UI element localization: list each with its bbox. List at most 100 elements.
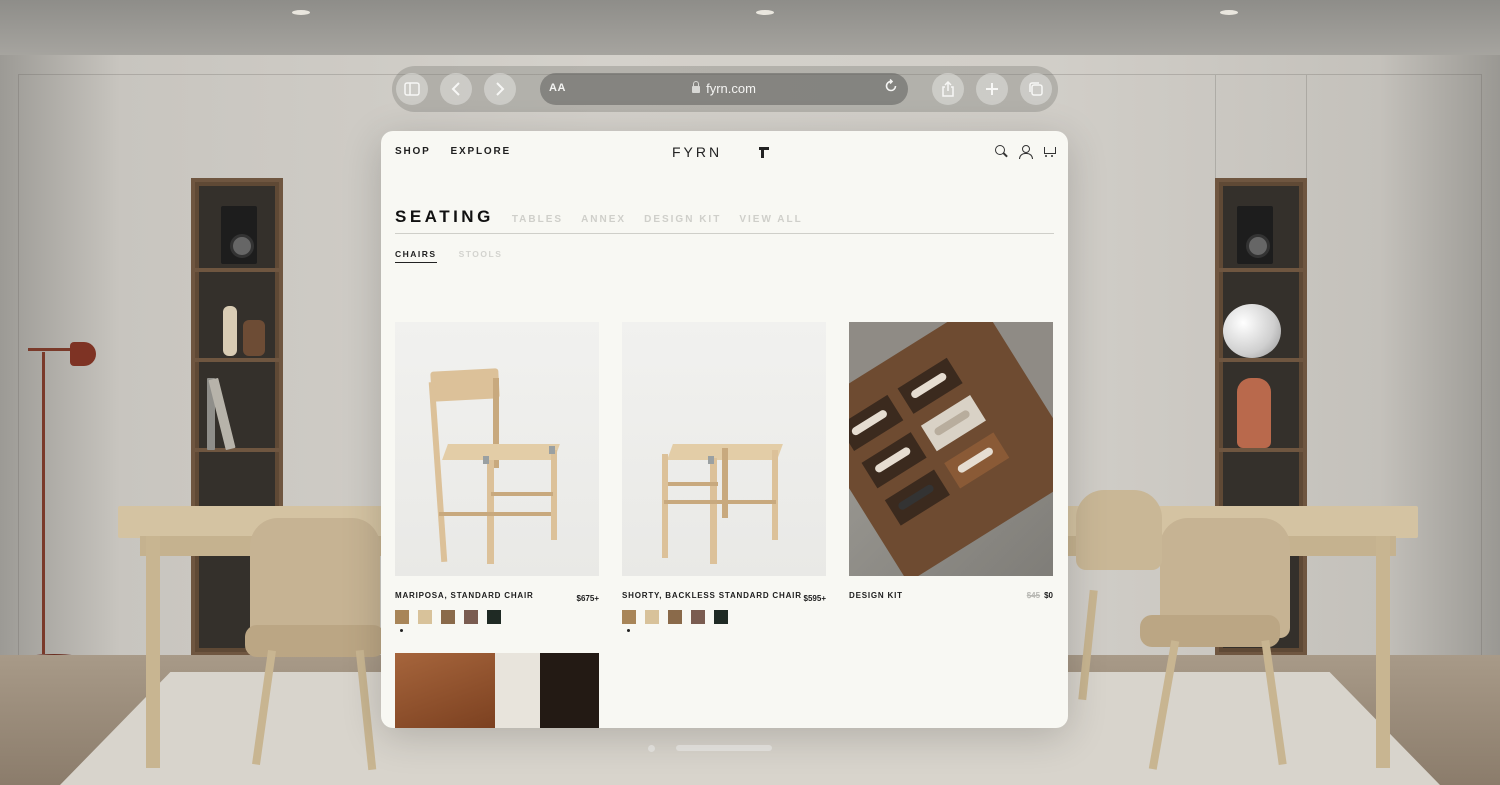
- url-text: fyrn.com: [706, 81, 756, 96]
- swatch-0[interactable]: [395, 610, 409, 624]
- main-nav: SHOP EXPLORE: [395, 146, 531, 157]
- shelf-board: [1219, 358, 1303, 362]
- chair-leg: [428, 382, 448, 562]
- vase: [243, 320, 265, 356]
- chair-leg: [772, 450, 778, 540]
- product-image-design-kit[interactable]: [849, 322, 1053, 576]
- product-image-mariposa-chair[interactable]: [395, 322, 599, 576]
- swatch-1[interactable]: [645, 610, 659, 624]
- swatch-1[interactable]: [418, 610, 432, 624]
- chair-stretcher: [491, 492, 553, 496]
- wood-detail: [395, 653, 495, 728]
- product-card[interactable]: SHORTY, BACKLESS STANDARD CHAIR $595+: [622, 322, 826, 632]
- chair-bracket: [708, 456, 714, 464]
- floor-lamp: [42, 352, 45, 654]
- kit-slot: [944, 432, 1010, 489]
- browser-window: SHOP EXPLORE FYRN SEATING TABLES ANNEX DE…: [381, 131, 1068, 728]
- tabs-button[interactable]: [1020, 73, 1052, 105]
- chair-bracket: [549, 446, 555, 454]
- swatch-4[interactable]: [487, 610, 501, 624]
- lamp-arm: [28, 348, 72, 351]
- new-tab-button[interactable]: [976, 73, 1008, 105]
- original-price: $45: [1026, 591, 1041, 600]
- tab-seating[interactable]: SEATING: [395, 207, 494, 227]
- product-card[interactable]: DESIGN KIT $45 $0: [849, 322, 1053, 600]
- chair-leg: [722, 448, 728, 518]
- brand-mark-icon: [759, 147, 769, 158]
- page-indicator-dot: [648, 745, 655, 752]
- kit-slot: [884, 469, 950, 526]
- sidebar-icon: [404, 82, 420, 96]
- nav-explore[interactable]: EXPLORE: [451, 146, 511, 157]
- sidebar-button[interactable]: [396, 73, 428, 105]
- subtab-stools[interactable]: STOOLS: [459, 249, 503, 263]
- product-card[interactable]: MARIPOSA, STANDARD CHAIR $675+: [395, 322, 599, 632]
- product-name[interactable]: DESIGN KIT: [849, 591, 903, 600]
- shelf-board: [1219, 448, 1303, 452]
- tab-design-kit[interactable]: DESIGN KIT: [644, 214, 721, 225]
- cart-icon[interactable]: [1042, 144, 1056, 158]
- chair-backrest: [430, 368, 500, 402]
- tab-view-all[interactable]: VIEW ALL: [739, 214, 802, 225]
- back-button[interactable]: [440, 73, 472, 105]
- table-leg: [146, 536, 160, 768]
- swatch-3[interactable]: [464, 610, 478, 624]
- chevron-right-icon: [496, 82, 505, 96]
- wall-panel: [1481, 75, 1482, 655]
- address-bar[interactable]: AA fyrn.com: [540, 73, 908, 105]
- chevron-left-icon: [451, 82, 460, 96]
- product-image-shorty-chair[interactable]: [622, 322, 826, 576]
- divider: [395, 233, 1054, 234]
- selected-swatch-indicator: [627, 629, 630, 632]
- plus-icon: [986, 83, 998, 95]
- window-grabber[interactable]: [676, 745, 772, 751]
- chair-stretcher: [439, 512, 551, 516]
- kit-sample: [873, 445, 912, 474]
- kit-sample: [956, 446, 995, 475]
- chair-leg: [710, 458, 717, 564]
- subtab-chairs[interactable]: CHAIRS: [395, 249, 437, 263]
- swatch-0[interactable]: [622, 610, 636, 624]
- category-tabs: SEATING TABLES ANNEX DESIGN KIT VIEW ALL: [395, 207, 821, 227]
- product-image-next[interactable]: [395, 653, 599, 728]
- forward-button[interactable]: [484, 73, 516, 105]
- shelf-board: [1219, 268, 1303, 272]
- shelf-board: [195, 358, 279, 362]
- account-icon[interactable]: [1018, 144, 1033, 159]
- dark-detail: [540, 653, 599, 728]
- share-button[interactable]: [932, 73, 964, 105]
- chair-seat: [1140, 615, 1280, 647]
- url-display: fyrn.com: [540, 81, 908, 96]
- color-swatches: [622, 610, 728, 624]
- dining-chair: [1076, 490, 1162, 570]
- brand-logo[interactable]: FYRN: [672, 144, 722, 160]
- subcategory-tabs: CHAIRS STOOLS: [395, 249, 502, 263]
- reload-button[interactable]: [884, 78, 898, 98]
- kit-sample: [850, 408, 889, 437]
- tab-tables[interactable]: TABLES: [512, 214, 563, 225]
- sale-price: $0: [1044, 591, 1053, 600]
- product-price: $675+: [576, 594, 599, 603]
- ceiling-light: [292, 10, 310, 15]
- tab-annex[interactable]: ANNEX: [581, 214, 626, 225]
- kit-sample: [932, 408, 972, 437]
- vase: [223, 306, 237, 356]
- nav-shop[interactable]: SHOP: [395, 146, 431, 157]
- swatch-4[interactable]: [714, 610, 728, 624]
- swatch-2[interactable]: [441, 610, 455, 624]
- swatch-2[interactable]: [668, 610, 682, 624]
- lamp-head: [70, 342, 96, 366]
- swatch-3[interactable]: [691, 610, 705, 624]
- product-name[interactable]: MARIPOSA, STANDARD CHAIR: [395, 591, 534, 600]
- product-name[interactable]: SHORTY, BACKLESS STANDARD CHAIR: [622, 591, 802, 600]
- kit-sample: [896, 483, 936, 512]
- selected-swatch-indicator: [400, 629, 403, 632]
- reload-icon: [885, 78, 897, 92]
- wall-panel: [18, 75, 19, 655]
- search-icon[interactable]: [994, 144, 1008, 158]
- share-icon: [942, 81, 954, 97]
- ceiling-light: [1220, 10, 1238, 15]
- tabs-icon: [1029, 82, 1043, 96]
- product-price: $595+: [803, 594, 826, 603]
- vase: [1237, 378, 1271, 448]
